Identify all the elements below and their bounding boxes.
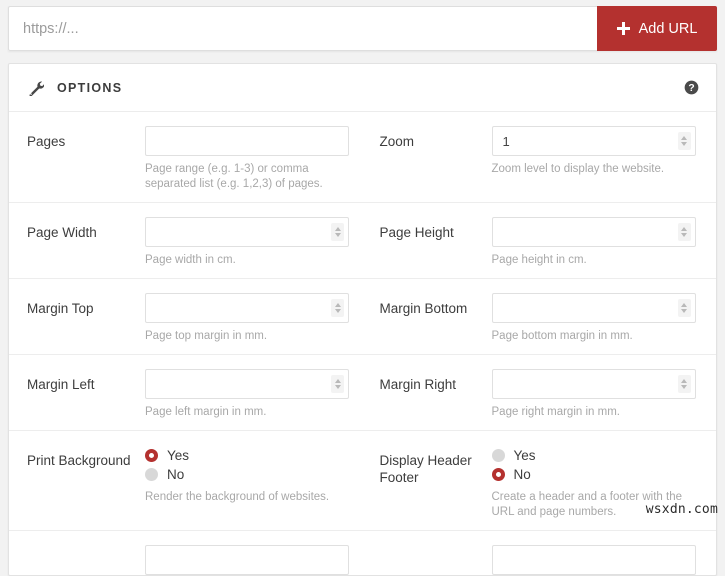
field-clipped-right [363,545,717,575]
add-url-button[interactable]: Add URL [597,6,717,51]
display-header-footer-radio-group: Yes No [492,445,717,484]
clipped-left-input[interactable] [145,545,349,575]
field-label-margin-left: Margin Left [27,369,145,420]
options-panel: OPTIONS ? Pages Page range (e.g. 1-3) or… [8,63,717,576]
print-background-radio-no[interactable]: No [145,465,363,484]
watermark: wsxdn.com [646,502,718,517]
field-print-background: Print Background Yes No Render the backg… [9,445,363,520]
field-hint-page-height: Page height in cm. [492,253,698,268]
field-label-page-height: Page Height [380,217,492,268]
field-margin-bottom: Margin Bottom Page bottom margin in mm. [363,293,717,344]
svg-text:?: ? [688,83,694,94]
margin-top-input[interactable] [145,293,349,323]
plus-icon [617,22,630,35]
field-hint-margin-bottom: Page bottom margin in mm. [492,329,698,344]
url-input[interactable] [8,6,597,51]
stepper-up-icon[interactable] [681,136,687,140]
field-row-clipped [9,531,716,575]
field-hint-print-background: Render the background of websites. [145,490,351,505]
margin-bottom-input[interactable] [492,293,696,323]
field-hint-zoom: Zoom level to display the website. [492,162,698,177]
page-height-stepper[interactable] [678,223,691,241]
field-margin-top: Margin Top Page top margin in mm. [9,293,363,344]
radio-selected-icon [145,449,158,462]
options-panel-title: OPTIONS [57,81,684,95]
margin-left-input[interactable] [145,369,349,399]
options-panel-header: OPTIONS ? [9,64,716,112]
stepper-up-icon[interactable] [335,303,341,307]
stepper-down-icon[interactable] [681,309,687,313]
field-row-margin-horizontal: Margin Left Page left margin in mm. Marg… [9,355,716,431]
field-label-margin-top: Margin Top [27,293,145,344]
radio-label-no: No [514,467,531,482]
field-label-margin-right: Margin Right [380,369,492,420]
margin-top-stepper[interactable] [331,299,344,317]
field-label-page-width: Page Width [27,217,145,268]
field-label-pages: Pages [27,126,145,192]
print-background-radio-group: Yes No [145,445,363,484]
field-pages: Pages Page range (e.g. 1-3) or comma sep… [9,126,363,192]
field-row-pages-zoom: Pages Page range (e.g. 1-3) or comma sep… [9,112,716,203]
wrench-icon [28,80,44,96]
stepper-down-icon[interactable] [681,385,687,389]
radio-unselected-icon [492,449,505,462]
field-row-margin-vertical: Margin Top Page top margin in mm. Margin… [9,279,716,355]
field-zoom: Zoom Zoom level to display the website. [363,126,717,192]
margin-right-stepper[interactable] [678,375,691,393]
zoom-stepper[interactable] [678,132,691,150]
radio-selected-icon [492,468,505,481]
stepper-up-icon[interactable] [681,379,687,383]
display-header-footer-radio-no[interactable]: No [492,465,717,484]
stepper-down-icon[interactable] [335,385,341,389]
radio-label-yes: Yes [167,448,189,463]
stepper-up-icon[interactable] [681,227,687,231]
stepper-down-icon[interactable] [681,233,687,237]
field-hint-margin-top: Page top margin in mm. [145,329,351,344]
margin-bottom-stepper[interactable] [678,299,691,317]
help-circle-icon[interactable]: ? [684,80,699,95]
field-hint-page-width: Page width in cm. [145,253,351,268]
stepper-up-icon[interactable] [335,227,341,231]
radio-label-no: No [167,467,184,482]
url-bar: Add URL [8,6,717,51]
field-clipped-left [9,545,363,575]
stepper-up-icon[interactable] [681,303,687,307]
field-margin-left: Margin Left Page left margin in mm. [9,369,363,420]
pages-input[interactable] [145,126,349,156]
field-hint-margin-right: Page right margin in mm. [492,405,698,420]
print-background-radio-yes[interactable]: Yes [145,446,363,465]
stepper-down-icon[interactable] [335,309,341,313]
clipped-right-input[interactable] [492,545,696,575]
stepper-down-icon[interactable] [681,142,687,146]
zoom-input[interactable] [492,126,696,156]
stepper-down-icon[interactable] [335,233,341,237]
field-page-height: Page Height Page height in cm. [363,217,717,268]
field-row-page-size: Page Width Page width in cm. Page Height [9,203,716,279]
page-width-stepper[interactable] [331,223,344,241]
page-height-input[interactable] [492,217,696,247]
field-hint-margin-left: Page left margin in mm. [145,405,351,420]
margin-right-input[interactable] [492,369,696,399]
field-row-radio-options: Print Background Yes No Render the backg… [9,431,716,531]
page-width-input[interactable] [145,217,349,247]
field-page-width: Page Width Page width in cm. [9,217,363,268]
add-url-button-label: Add URL [639,21,698,37]
field-label-margin-bottom: Margin Bottom [380,293,492,344]
radio-label-yes: Yes [514,448,536,463]
radio-unselected-icon [145,468,158,481]
field-label-display-header-footer: Display Header Footer [380,445,492,520]
margin-left-stepper[interactable] [331,375,344,393]
field-label-print-background: Print Background [27,445,145,520]
field-hint-pages: Page range (e.g. 1-3) or comma separated… [145,162,351,192]
field-label-zoom: Zoom [380,126,492,192]
field-margin-right: Margin Right Page right margin in mm. [363,369,717,420]
display-header-footer-radio-yes[interactable]: Yes [492,446,717,465]
stepper-up-icon[interactable] [335,379,341,383]
